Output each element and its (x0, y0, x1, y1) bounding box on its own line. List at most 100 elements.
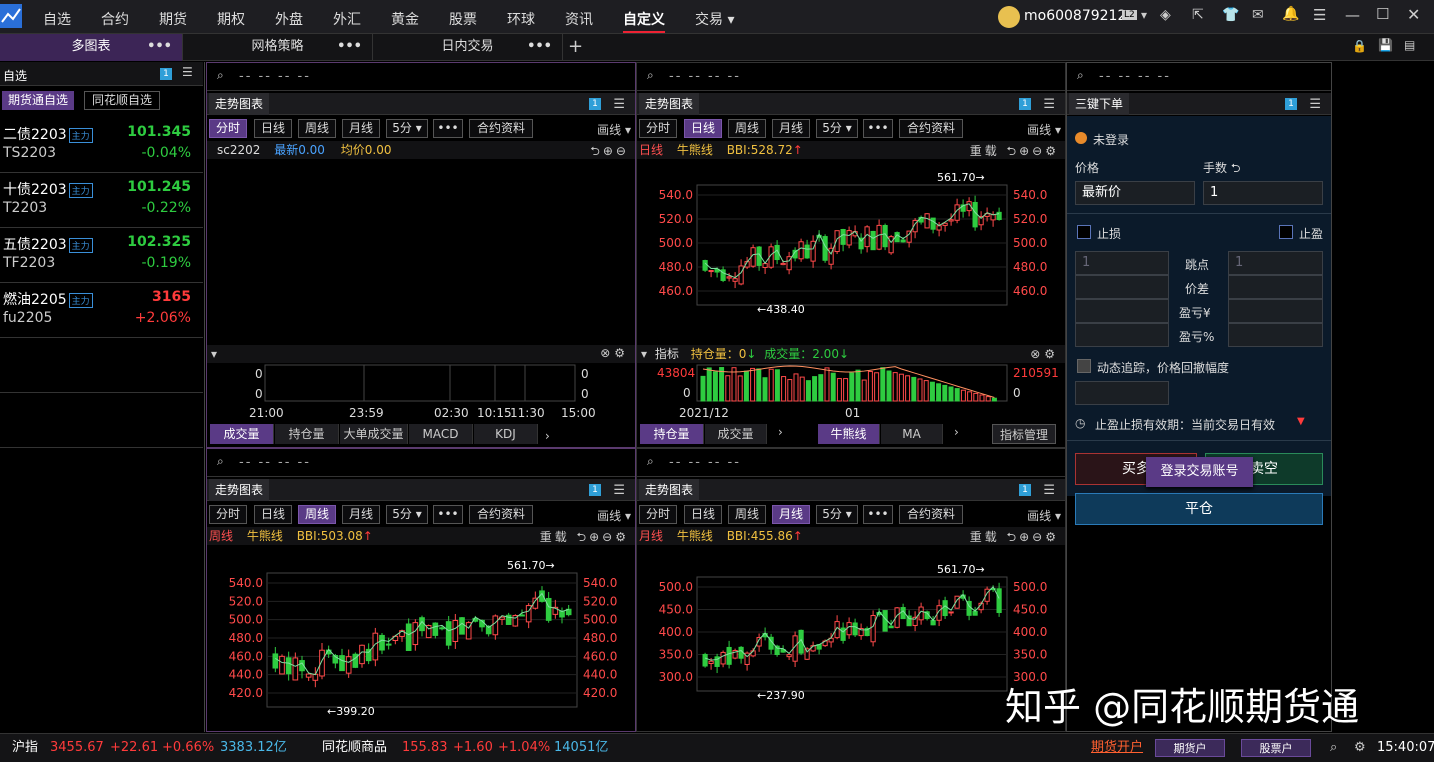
period-more-button[interactable]: ••• (433, 119, 463, 138)
search-bar[interactable]: ⌕ -- -- -- -- (637, 63, 1065, 91)
nav-item-heyue[interactable]: 合约 (101, 9, 129, 29)
nav-item-zidingyi[interactable]: 自定义 (623, 9, 665, 33)
indicator-manager-button[interactable]: 指标管理 (992, 424, 1056, 444)
draw-line-select[interactable]: 画线 ▾ (1027, 507, 1061, 524)
trailing-input[interactable] (1075, 381, 1169, 405)
price-input[interactable]: 最新价 (1075, 181, 1195, 205)
lock-icon[interactable]: 🔒 (1352, 39, 1367, 53)
minimize-icon[interactable]: — (1345, 6, 1360, 24)
app-logo-icon[interactable] (0, 4, 22, 28)
tab-open-interest[interactable]: 持仓量 (640, 424, 704, 444)
maximize-icon[interactable]: ☐ (1376, 5, 1389, 23)
search-input[interactable]: -- -- -- -- (239, 455, 311, 470)
reload-button[interactable]: 重载 (970, 530, 1000, 544)
list-item[interactable]: 二债2203 主力 TS2203 101.345 -0.04% (0, 118, 203, 173)
period-more-button[interactable]: ••• (863, 119, 893, 138)
take-profit-checkbox[interactable] (1279, 225, 1293, 239)
tab-more-icon[interactable]: ••• (527, 34, 552, 60)
contract-info-button[interactable]: 合约资料 (469, 119, 533, 138)
period-5min-select[interactable]: 5分 ▾ (386, 505, 428, 524)
period-monthly-button[interactable]: 月线 (342, 119, 380, 138)
ths-watchlist-button[interactable]: 同花顺自选 (84, 91, 160, 110)
menu-icon[interactable]: ☰ (182, 65, 193, 79)
reload-button[interactable]: 重载 (540, 530, 570, 544)
take-profit-spread-input[interactable] (1228, 275, 1323, 299)
period-daily-button[interactable]: 日线 (684, 119, 722, 138)
layout-icon[interactable]: ▤ (1404, 38, 1415, 52)
search-bar[interactable]: ⌕ -- -- -- -- (1067, 63, 1331, 91)
nav-item-zixuan[interactable]: 自选 (43, 9, 71, 29)
tab-intraday[interactable]: 日内交易 ••• (373, 34, 563, 61)
period-5min-select[interactable]: 5分 ▾ (816, 119, 858, 138)
search-bar[interactable]: ⌕ -- -- -- -- (207, 63, 635, 91)
tab-multi-chart[interactable]: 多图表 ••• (0, 34, 183, 61)
list-item[interactable]: 燃油2205 主力 fu2205 3165 +2.06% (0, 283, 203, 338)
tab-volume[interactable]: 成交量 (210, 424, 274, 444)
nav-item-qiquan[interactable]: 期权 (217, 9, 245, 29)
period-5min-select[interactable]: 5分 ▾ (816, 505, 858, 524)
close-position-button[interactable]: 平仓 (1075, 493, 1323, 525)
period-monthly-button[interactable]: 月线 (772, 505, 810, 524)
chart-controls[interactable]: ⮌⊕⊖ (590, 142, 629, 160)
chevron-right-icon[interactable]: › (954, 425, 959, 439)
chart-controls[interactable]: 重载 ⮌⊕⊖⚙ (540, 528, 629, 546)
search-bar[interactable]: ⌕ -- -- -- -- (637, 449, 1065, 477)
period-weekly-button[interactable]: 周线 (298, 505, 336, 524)
tab-macd[interactable]: MACD (409, 424, 473, 444)
period-daily-button[interactable]: 日线 (254, 119, 292, 138)
index-name[interactable]: 沪指 (12, 734, 38, 762)
menu-icon[interactable]: ☰ (613, 97, 625, 112)
quantity-input[interactable]: 1 (1203, 181, 1323, 205)
period-weekly-button[interactable]: 周线 (728, 119, 766, 138)
chevron-right-icon[interactable]: › (545, 429, 550, 443)
take-profit-pct-input[interactable] (1228, 323, 1323, 347)
commodity-index-name[interactable]: 同花顺商品 (322, 734, 387, 762)
stop-loss-pct-input[interactable] (1075, 323, 1169, 347)
tab-bull-bear-line[interactable]: 牛熊线 (818, 424, 880, 444)
chart-controls[interactable]: 重载 ⮌⊕⊖⚙ (970, 528, 1059, 546)
save-icon[interactable]: 💾 (1378, 38, 1393, 52)
nav-item-qihuo[interactable]: 期货 (159, 9, 187, 29)
reload-button[interactable]: 重载 (970, 144, 1000, 158)
login-status[interactable]: 未登录 (1093, 131, 1129, 148)
collapse-icon[interactable]: ▾ (211, 347, 217, 361)
period-monthly-button[interactable]: 月线 (772, 119, 810, 138)
period-more-button[interactable]: ••• (433, 505, 463, 524)
nav-item-gupiao[interactable]: 股票 (449, 9, 477, 29)
period-daily-button[interactable]: 日线 (254, 505, 292, 524)
futures-account-button[interactable]: 期货户 (1155, 739, 1225, 757)
search-icon[interactable]: ⌕ (217, 68, 224, 83)
menu-icon[interactable]: ☰ (1043, 97, 1055, 112)
collapse-icon[interactable]: ▾ (641, 347, 647, 361)
tab-large-order-volume[interactable]: 大单成交量 (340, 424, 408, 444)
menu-icon[interactable]: ☰ (1309, 97, 1321, 112)
open-account-link[interactable]: 期货开户 (1091, 734, 1143, 762)
nav-item-jiaoyi[interactable]: 交易 ▾ (695, 9, 734, 29)
futures-watchlist-button[interactable]: 期货通自选 (2, 91, 74, 110)
period-weekly-button[interactable]: 周线 (298, 119, 336, 138)
user-dropdown-icon[interactable]: ▾ (1141, 8, 1147, 22)
stop-loss-spread-input[interactable] (1075, 275, 1169, 299)
chart-controls[interactable]: 重载 ⮌⊕⊖⚙ (970, 142, 1059, 160)
nav-item-waihui[interactable]: 外汇 (333, 9, 361, 29)
layers-icon[interactable]: ◈ (1160, 7, 1171, 23)
period-fenshi-button[interactable]: 分时 (209, 505, 247, 524)
tab-ma[interactable]: MA (881, 424, 943, 444)
chevron-right-icon[interactable]: › (778, 425, 783, 439)
draw-line-select[interactable]: 画线 ▾ (1027, 121, 1061, 138)
tab-more-icon[interactable]: ••• (337, 34, 362, 60)
period-5min-select[interactable]: 5分 ▾ (386, 119, 428, 138)
contract-info-button[interactable]: 合约资料 (899, 505, 963, 524)
search-input[interactable]: -- -- -- -- (669, 455, 741, 470)
username-label[interactable]: mo600879212 (1024, 8, 1126, 24)
add-tab-icon[interactable]: + (568, 36, 583, 57)
menu-icon[interactable]: ☰ (1043, 483, 1055, 498)
sub-chart-controls[interactable]: ⊗⚙ (1030, 345, 1059, 363)
close-icon[interactable]: ✕ (1407, 5, 1420, 24)
sub-chart-controls[interactable]: ⊗⚙ (600, 346, 629, 360)
period-monthly-button[interactable]: 月线 (342, 505, 380, 524)
search-input[interactable]: -- -- -- -- (1099, 69, 1171, 84)
skin-icon[interactable]: 👕 (1222, 7, 1239, 23)
user-avatar[interactable] (998, 6, 1020, 28)
take-profit-pnl-input[interactable] (1228, 299, 1323, 323)
